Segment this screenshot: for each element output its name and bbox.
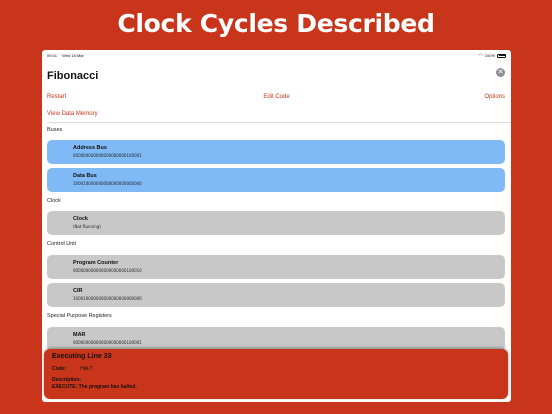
card-title: Clock	[73, 216, 88, 222]
edit-code-container: Edit Code	[42, 94, 511, 100]
card-clock[interactable]: Clock (Not Running)	[47, 211, 505, 235]
description-text: EXECUTE: The program has halted.	[52, 384, 137, 390]
code-value: HALT	[80, 366, 93, 372]
divider	[47, 122, 511, 123]
card-value: 000000000000000000000100010	[73, 268, 142, 273]
promo-title: Clock Cycles Described	[117, 9, 435, 38]
battery-icon	[497, 53, 506, 58]
execution-panel: Executing Line 33 Code: HALT Description:…	[44, 349, 508, 399]
card-value: 100010000000000000000000000	[73, 296, 142, 301]
wifi-icon: ◠	[478, 52, 483, 59]
page-title: Fibonacci	[47, 70, 99, 82]
execution-code-row: Code: HALT	[52, 366, 500, 372]
status-left: 09:41 Wed 18 Mar	[47, 53, 88, 58]
card-title: Address Bus	[73, 145, 107, 151]
status-time: 09:41	[47, 53, 58, 58]
card-cir[interactable]: CIR 100010000000000000000000000	[47, 283, 505, 307]
card-value: 100010000000000000000000000	[73, 181, 142, 186]
restart-button[interactable]: Restart	[47, 94, 66, 100]
card-address-bus[interactable]: Address Bus 000000000000000000000100001	[47, 140, 505, 164]
section-clock: Clock	[47, 198, 61, 204]
card-value: (Not Running)	[73, 224, 101, 229]
close-icon[interactable]: ✕	[496, 68, 505, 77]
edit-code-button[interactable]: Edit Code	[263, 94, 289, 100]
card-title: MAR	[73, 332, 86, 338]
status-bar: 09:41 Wed 18 Mar ◠ 100%	[42, 50, 511, 61]
card-title: Program Counter	[73, 260, 119, 266]
description-label: Description:	[52, 377, 82, 383]
card-data-bus[interactable]: Data Bus 100010000000000000000000000	[47, 168, 505, 192]
options-button[interactable]: Options	[484, 94, 505, 100]
card-program-counter[interactable]: Program Counter 000000000000000000000100…	[47, 255, 505, 279]
execution-title: Executing Line 33	[52, 353, 112, 360]
card-mar[interactable]: MAR 000000000000000000000100001	[47, 327, 505, 351]
toolbar: Restart Edit Code Options	[42, 94, 511, 104]
card-value: 000000000000000000000100001	[73, 340, 142, 345]
section-control-unit: Control Unit	[47, 241, 77, 247]
card-title: CIR	[73, 288, 83, 294]
card-title: Data Bus	[73, 173, 97, 179]
status-right: ◠ 100%	[478, 53, 506, 59]
code-label: Code:	[52, 366, 67, 372]
section-buses: Buses	[47, 127, 63, 133]
section-special-registers: Special Purpose Registers	[47, 313, 112, 319]
battery-percent: 100%	[484, 53, 495, 58]
card-value: 000000000000000000000100001	[73, 153, 142, 158]
status-date: Wed 18 Mar	[62, 53, 84, 58]
view-data-memory-link[interactable]: View Data Memory	[47, 111, 98, 117]
